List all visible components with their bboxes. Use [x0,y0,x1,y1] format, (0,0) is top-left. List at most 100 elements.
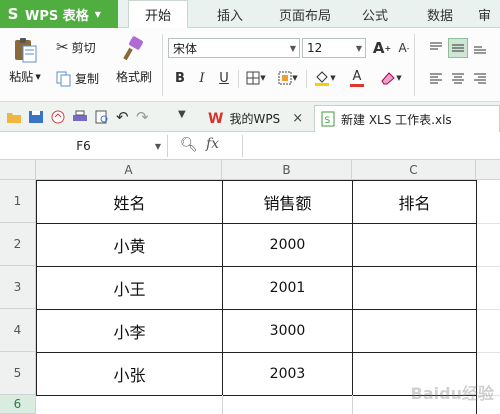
table-cell[interactable]: 小李 [37,310,222,352]
bold-button[interactable]: B [170,68,190,88]
table-cell[interactable]: 排名 [353,181,476,223]
align-left-icon [430,73,442,84]
copy-button[interactable]: 复制 [56,70,99,87]
grid-line [476,223,500,224]
row-header-6[interactable]: 6 [0,395,36,414]
align-middle-button[interactable] [448,38,468,58]
table-cell[interactable] [353,267,476,309]
copy-icon [56,71,71,86]
svg-text:S: S [325,116,331,126]
table-cell[interactable] [223,396,352,414]
table-cell[interactable]: 姓名 [37,181,222,223]
select-all-corner[interactable] [0,160,36,180]
row-header-4[interactable]: 4 [0,309,36,352]
font-name-select[interactable]: 宋体 ▼ [168,38,300,58]
tab-review[interactable]: 审 [478,0,500,28]
underline-button[interactable]: U [214,68,234,88]
font-color-icon: A [352,68,362,84]
tab-home[interactable]: 开始 [128,0,188,29]
merge-cells-icon [278,71,292,85]
paste-button[interactable]: 粘贴 ▼ [8,36,42,85]
align-left-button[interactable] [426,68,446,88]
open-folder-icon[interactable] [6,110,22,124]
wps-logo-icon: S [7,5,19,23]
chevron-down-icon[interactable]: ▼ [178,109,194,123]
clear-format-button[interactable]: ▼ [376,68,406,88]
row-header-2[interactable]: 2 [0,223,36,266]
save-as-icon[interactable] [50,110,66,124]
table-cell[interactable]: 小王 [37,267,222,309]
tab-formulas[interactable]: 公式 [350,0,400,28]
print-icon[interactable] [72,110,88,124]
align-center-button[interactable] [448,68,468,88]
close-icon[interactable]: × [292,111,303,126]
cut-button[interactable]: ✂ 剪切 [56,38,96,56]
chevron-down-icon[interactable]: ▼ [155,142,161,151]
ribbon: 粘贴 ▼ ✂ 剪切 复制 格式刷 宋体 ▼ 12 ▼ A + A- B I U … [0,28,500,102]
table-cell[interactable] [353,224,476,266]
document-tab-bar: ↶ ↷ ▼ W 我的WPS × S 新建 XLS 工作表.xls [0,102,500,132]
column-header-b[interactable]: B [222,160,352,180]
ribbon-separator [238,70,239,88]
shrink-font-button[interactable]: A- [394,38,414,58]
italic-button[interactable]: I [192,68,212,88]
column-header-d[interactable] [476,160,500,180]
table-cell[interactable]: 小张 [37,353,222,395]
grow-font-icon: A [372,39,385,57]
paint-bucket-icon [315,71,330,86]
align-right-button[interactable] [470,68,490,88]
table-cell[interactable]: 小黄 [37,224,222,266]
row-header-1[interactable]: 1 [0,180,36,223]
table-cell[interactable] [353,310,476,352]
redo-icon[interactable]: ↷ [136,108,152,126]
chevron-down-icon: ▼ [260,74,266,82]
formula-input[interactable] [242,135,500,157]
save-icon[interactable] [28,110,44,124]
row-header-5[interactable]: 5 [0,352,36,395]
border-grid-icon [246,71,260,85]
app-menu-button[interactable]: S WPS 表格 ▼ [0,0,118,28]
column-header-c[interactable]: C [352,160,476,180]
table-cell[interactable]: 3000 [223,310,352,352]
format-painter-button[interactable]: 格式刷 [112,36,156,85]
font-color-swatch [350,83,364,87]
font-size-select[interactable]: 12 ▼ [302,38,366,58]
borders-button[interactable]: ▼ [242,68,270,88]
grow-font-button[interactable]: A + [372,38,392,58]
doc-tab-my-wps[interactable]: W 我的WPS × [202,105,314,132]
tab-page-layout[interactable]: 页面布局 [265,0,345,28]
align-top-button[interactable] [426,38,446,58]
print-preview-icon[interactable] [94,110,110,124]
font-name-value: 宋体 [173,41,198,56]
chevron-down-icon: ▼ [289,44,296,53]
chevron-down-icon: ▼ [330,74,336,82]
fill-color-button[interactable]: ▼ [310,68,340,88]
column-header-a[interactable]: A [36,160,222,180]
font-color-button[interactable]: A [342,68,372,88]
tab-data[interactable]: 数据 [415,0,465,28]
align-bottom-icon [474,46,486,54]
merge-cells-button[interactable]: ▼ [274,68,302,88]
table-cell[interactable] [37,396,222,414]
scissors-icon: ✂ [56,38,69,56]
chevron-down-icon: ▼ [35,72,41,81]
align-middle-icon [452,44,464,52]
zoom-magnifier-icon[interactable]: 🔍︎ [180,137,198,153]
paint-brush-icon [123,36,143,61]
table-cell[interactable]: 2001 [223,267,352,309]
name-box[interactable]: F6 ▼ [0,135,168,157]
doc-tab-workbook[interactable]: S 新建 XLS 工作表.xls [314,105,500,132]
spreadsheet-file-icon: S [321,111,335,127]
fx-icon[interactable]: fx [206,136,219,152]
app-name: WPS 表格 [25,8,89,24]
chevron-down-icon: ▼ [94,9,101,19]
undo-icon[interactable]: ↶ [116,108,132,126]
row-header-3[interactable]: 3 [0,266,36,309]
align-bottom-button[interactable] [470,38,490,58]
table-cell[interactable]: 2000 [223,224,352,266]
table-cell[interactable]: 2003 [223,353,352,395]
ribbon-separator [162,34,163,96]
table-cell[interactable]: 销售额 [223,181,352,223]
chevron-down-icon: ▼ [292,74,298,82]
tab-insert[interactable]: 插入 [200,0,260,28]
